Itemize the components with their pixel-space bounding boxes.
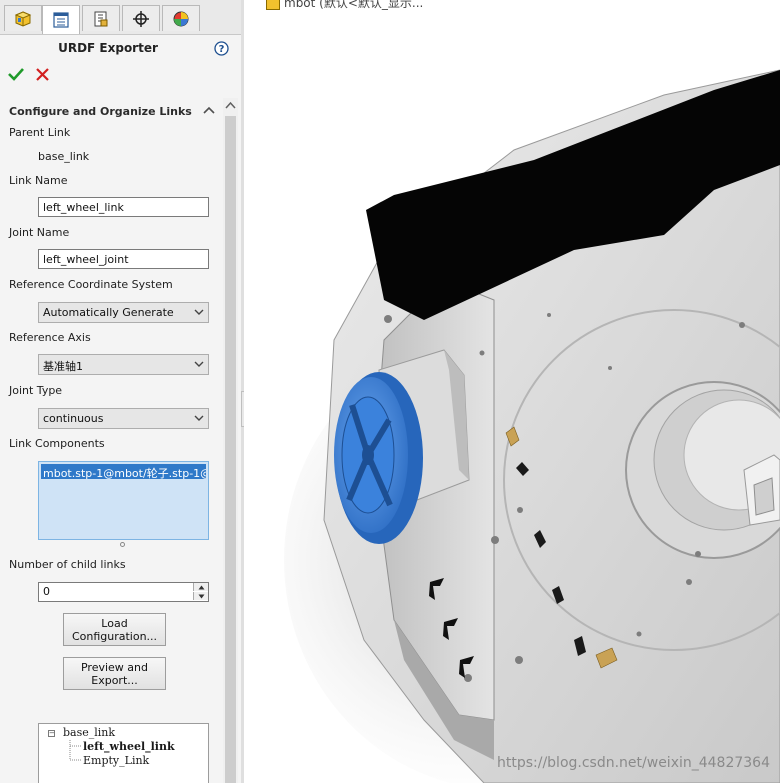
button-label-line: Configuration... xyxy=(71,630,158,643)
button-label-line: Export... xyxy=(91,674,138,687)
dimxpert-icon xyxy=(133,10,149,27)
help-icon[interactable]: ? xyxy=(214,41,229,59)
stepper-down-icon[interactable] xyxy=(193,592,208,600)
button-label-line: Preview and xyxy=(80,661,148,674)
chevron-down-icon xyxy=(194,361,204,367)
watermark: https://blog.csdn.net/weixin_44827364 xyxy=(496,755,770,771)
svg-text:?: ? xyxy=(219,44,225,55)
link-components-label: Link Components xyxy=(9,437,105,450)
side-component-face xyxy=(753,477,775,516)
parent-link-value: base_link xyxy=(38,150,90,163)
stepper-up-icon[interactable] xyxy=(193,583,208,591)
scroll-up-icon[interactable] xyxy=(225,100,236,113)
joint-type-value: continuous xyxy=(43,412,104,425)
link-components-list[interactable]: mbot.stp-1@mbot/轮子.stp-1@ xyxy=(38,461,209,540)
tree-node-left-wheel-link[interactable]: left_wheel_link xyxy=(83,740,175,753)
chevron-down-icon xyxy=(194,309,204,315)
close-icon xyxy=(36,68,49,81)
link-name-field[interactable] xyxy=(38,197,209,217)
tab-property-manager[interactable] xyxy=(42,5,80,34)
tree-node-base-link[interactable]: base_link xyxy=(63,726,115,739)
tab-display-manager[interactable] xyxy=(162,5,200,31)
ref-coord-label: Reference Coordinate System xyxy=(9,278,173,291)
feature-manager-icon xyxy=(14,10,32,27)
list-item[interactable]: mbot.stp-1@mbot/轮子.stp-1@ xyxy=(41,464,206,479)
joint-type-select[interactable]: continuous xyxy=(38,408,209,429)
collapse-chevron-icon[interactable] xyxy=(203,105,215,118)
ok-button[interactable] xyxy=(8,67,24,84)
link-name-label: Link Name xyxy=(9,174,68,187)
tab-dimxpert-manager[interactable] xyxy=(122,5,160,31)
robot-model[interactable] xyxy=(244,0,780,783)
button-label-line: Load xyxy=(101,617,128,630)
group-header: Configure and Organize Links xyxy=(9,105,192,118)
ref-axis-select[interactable]: 基准轴1 xyxy=(38,354,209,375)
tab-configuration-manager[interactable] xyxy=(82,5,120,31)
ref-coord-select[interactable]: Automatically Generate xyxy=(38,302,209,323)
manager-tabs xyxy=(0,0,241,35)
load-configuration-button[interactable]: Load Configuration... xyxy=(63,613,166,646)
joint-type-label: Joint Type xyxy=(9,384,63,397)
joint-name-field[interactable] xyxy=(38,249,209,269)
ref-axis-value: 基准轴1 xyxy=(43,360,83,373)
scrollbar-thumb[interactable] xyxy=(225,116,236,783)
panel-title: URDF Exporter xyxy=(58,41,158,55)
parent-link-label: Parent Link xyxy=(9,126,71,139)
ref-coord-value: Automatically Generate xyxy=(43,306,174,319)
preview-export-button[interactable]: Preview and Export... xyxy=(63,657,166,690)
property-manager-panel: URDF Exporter ? Configure and Organize L… xyxy=(0,0,242,783)
tree-node-empty-link[interactable]: Empty_Link xyxy=(83,754,149,767)
joint-name-label: Joint Name xyxy=(9,226,70,239)
cancel-button[interactable] xyxy=(36,68,49,84)
child-links-stepper[interactable]: 0 xyxy=(38,582,209,602)
checkmark-icon xyxy=(8,68,24,81)
list-resize-handle[interactable] xyxy=(120,542,125,547)
tab-feature-manager[interactable] xyxy=(4,5,42,31)
configuration-manager-icon xyxy=(94,11,108,26)
property-manager-icon xyxy=(53,12,69,28)
child-links-label: Number of child links xyxy=(9,558,126,571)
display-manager-icon xyxy=(173,11,189,26)
graphics-viewport[interactable]: mbot (默认<默认_显示... https://blog.csdn.net/… xyxy=(244,0,780,783)
ref-axis-label: Reference Axis xyxy=(9,331,91,344)
link-tree[interactable]: − base_link left_wheel_link Empty_Link xyxy=(38,723,209,783)
chevron-down-icon xyxy=(194,415,204,421)
